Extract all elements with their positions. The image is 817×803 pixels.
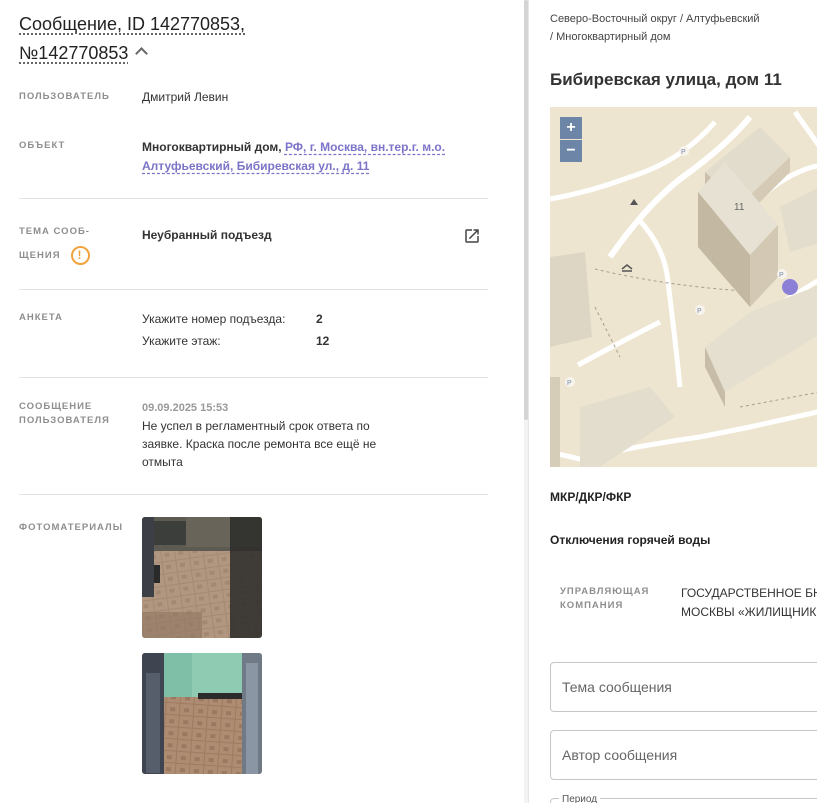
mc-label-line2: КОМПАНИЯ bbox=[560, 600, 624, 611]
parking-marker: P bbox=[565, 377, 575, 387]
open-external-icon[interactable] bbox=[463, 227, 481, 245]
object-value: Многоквартирный дом, РФ, г. Москва, вн.т… bbox=[142, 138, 462, 176]
breadcrumb: Северо-Восточный округ / Алтуфьевский / … bbox=[550, 10, 760, 46]
topic-label-line1: ТЕМА СООБ- bbox=[19, 226, 90, 237]
topic-label: ТЕМА СООБ- ЩЕНИЯ! bbox=[19, 220, 90, 268]
section-hot-water[interactable]: Отключения горячей воды bbox=[550, 533, 710, 547]
photo-thumbnail[interactable] bbox=[142, 517, 262, 638]
svg-text:P: P bbox=[567, 380, 572, 387]
survey-row: Укажите номер подъезда: 2 bbox=[142, 312, 323, 326]
parking-marker: P bbox=[679, 146, 689, 156]
user-message-label: СООБЩЕНИЕ ПОЛЬЗОВАТЕЛЯ bbox=[19, 400, 110, 428]
management-company-label: УПРАВЛЯЮЩАЯ КОМПАНИЯ bbox=[560, 585, 649, 613]
chevron-up-icon[interactable] bbox=[135, 47, 149, 60]
map-building-number: 11 bbox=[734, 202, 745, 213]
title-line2: №142770853 bbox=[19, 43, 129, 63]
svg-text:P: P bbox=[779, 272, 784, 279]
topic-value: Неубранный подъезд bbox=[142, 226, 272, 245]
survey-row: Укажите этаж: 12 bbox=[142, 334, 329, 348]
survey-answer: 2 bbox=[316, 312, 323, 326]
user-name: Дмитрий Левин bbox=[142, 90, 229, 104]
map[interactable]: 11 P P P P + − bbox=[550, 107, 817, 467]
zoom-out-button[interactable]: − bbox=[560, 140, 582, 162]
location-marker[interactable] bbox=[782, 279, 798, 295]
message-details-panel: Сообщение, ID 142770853, №142770853 ПОЛЬ… bbox=[0, 0, 524, 803]
survey-question: Укажите этаж: bbox=[142, 334, 221, 348]
zoom-in-button[interactable]: + bbox=[560, 117, 582, 139]
warning-icon: ! bbox=[70, 245, 90, 265]
period-label: Период bbox=[559, 794, 601, 803]
object-label: ОБЪЕКТ bbox=[19, 140, 66, 151]
user-message-text: Не успел в регламентный срок ответа по з… bbox=[142, 419, 377, 469]
user-label: ПОЛЬЗОВАТЕЛЬ bbox=[19, 91, 110, 102]
message-title[interactable]: Сообщение, ID 142770853, №142770853 bbox=[19, 10, 319, 68]
parking-marker: P bbox=[777, 269, 787, 279]
map-canvas[interactable]: 11 P P P P bbox=[550, 107, 817, 467]
mc-value-line1: ГОСУДАРСТВЕННОЕ БЮ bbox=[681, 586, 817, 600]
topic-text: Неубранный подъезд bbox=[142, 228, 272, 242]
photo-thumbnail[interactable] bbox=[142, 653, 262, 774]
parking-marker: P bbox=[695, 305, 705, 315]
separator bbox=[19, 289, 488, 290]
user-message-date: 09.09.2025 15:53 bbox=[142, 402, 229, 414]
survey-answer: 12 bbox=[316, 334, 330, 348]
management-company-value: ГОСУДАРСТВЕННОЕ БЮ МОСКВЫ «ЖИЛИЩНИК bbox=[681, 584, 817, 622]
breadcrumb-line2[interactable]: / Многоквартирный дом bbox=[550, 31, 670, 43]
separator bbox=[19, 494, 488, 495]
separator bbox=[19, 377, 488, 378]
separator bbox=[19, 198, 488, 199]
object-panel: Северо-Восточный округ / Алтуфьевский / … bbox=[529, 0, 817, 803]
section-mkr[interactable]: МКР/ДКР/ФКР bbox=[550, 490, 631, 504]
title-line1: Сообщение, ID 142770853, bbox=[19, 14, 246, 34]
breadcrumb-line1[interactable]: Северо-Восточный округ / Алтуфьевский bbox=[550, 13, 760, 25]
user-message-label-line2: ПОЛЬЗОВАТЕЛЯ bbox=[19, 415, 110, 426]
photos-label: ФОТОМАТЕРИАЛЫ bbox=[19, 522, 124, 533]
user-message-label-line1: СООБЩЕНИЕ bbox=[19, 401, 93, 412]
author-input[interactable] bbox=[550, 730, 817, 780]
svg-text:P: P bbox=[697, 308, 702, 315]
svg-text:P: P bbox=[681, 149, 686, 156]
address-title: Бибиревская улица, дом 11 bbox=[550, 70, 782, 89]
topic-label-line2: ЩЕНИЯ bbox=[19, 250, 61, 261]
survey-label: АНКЕТА bbox=[19, 312, 63, 323]
object-type: Многоквартирный дом, bbox=[142, 140, 282, 154]
mc-label-line1: УПРАВЛЯЮЩАЯ bbox=[560, 586, 650, 597]
mc-value-line2: МОСКВЫ «ЖИЛИЩНИК bbox=[681, 605, 817, 619]
period-field[interactable]: Период bbox=[550, 794, 817, 803]
topic-input[interactable] bbox=[550, 662, 817, 712]
survey-question: Укажите номер подъезда: bbox=[142, 312, 286, 326]
